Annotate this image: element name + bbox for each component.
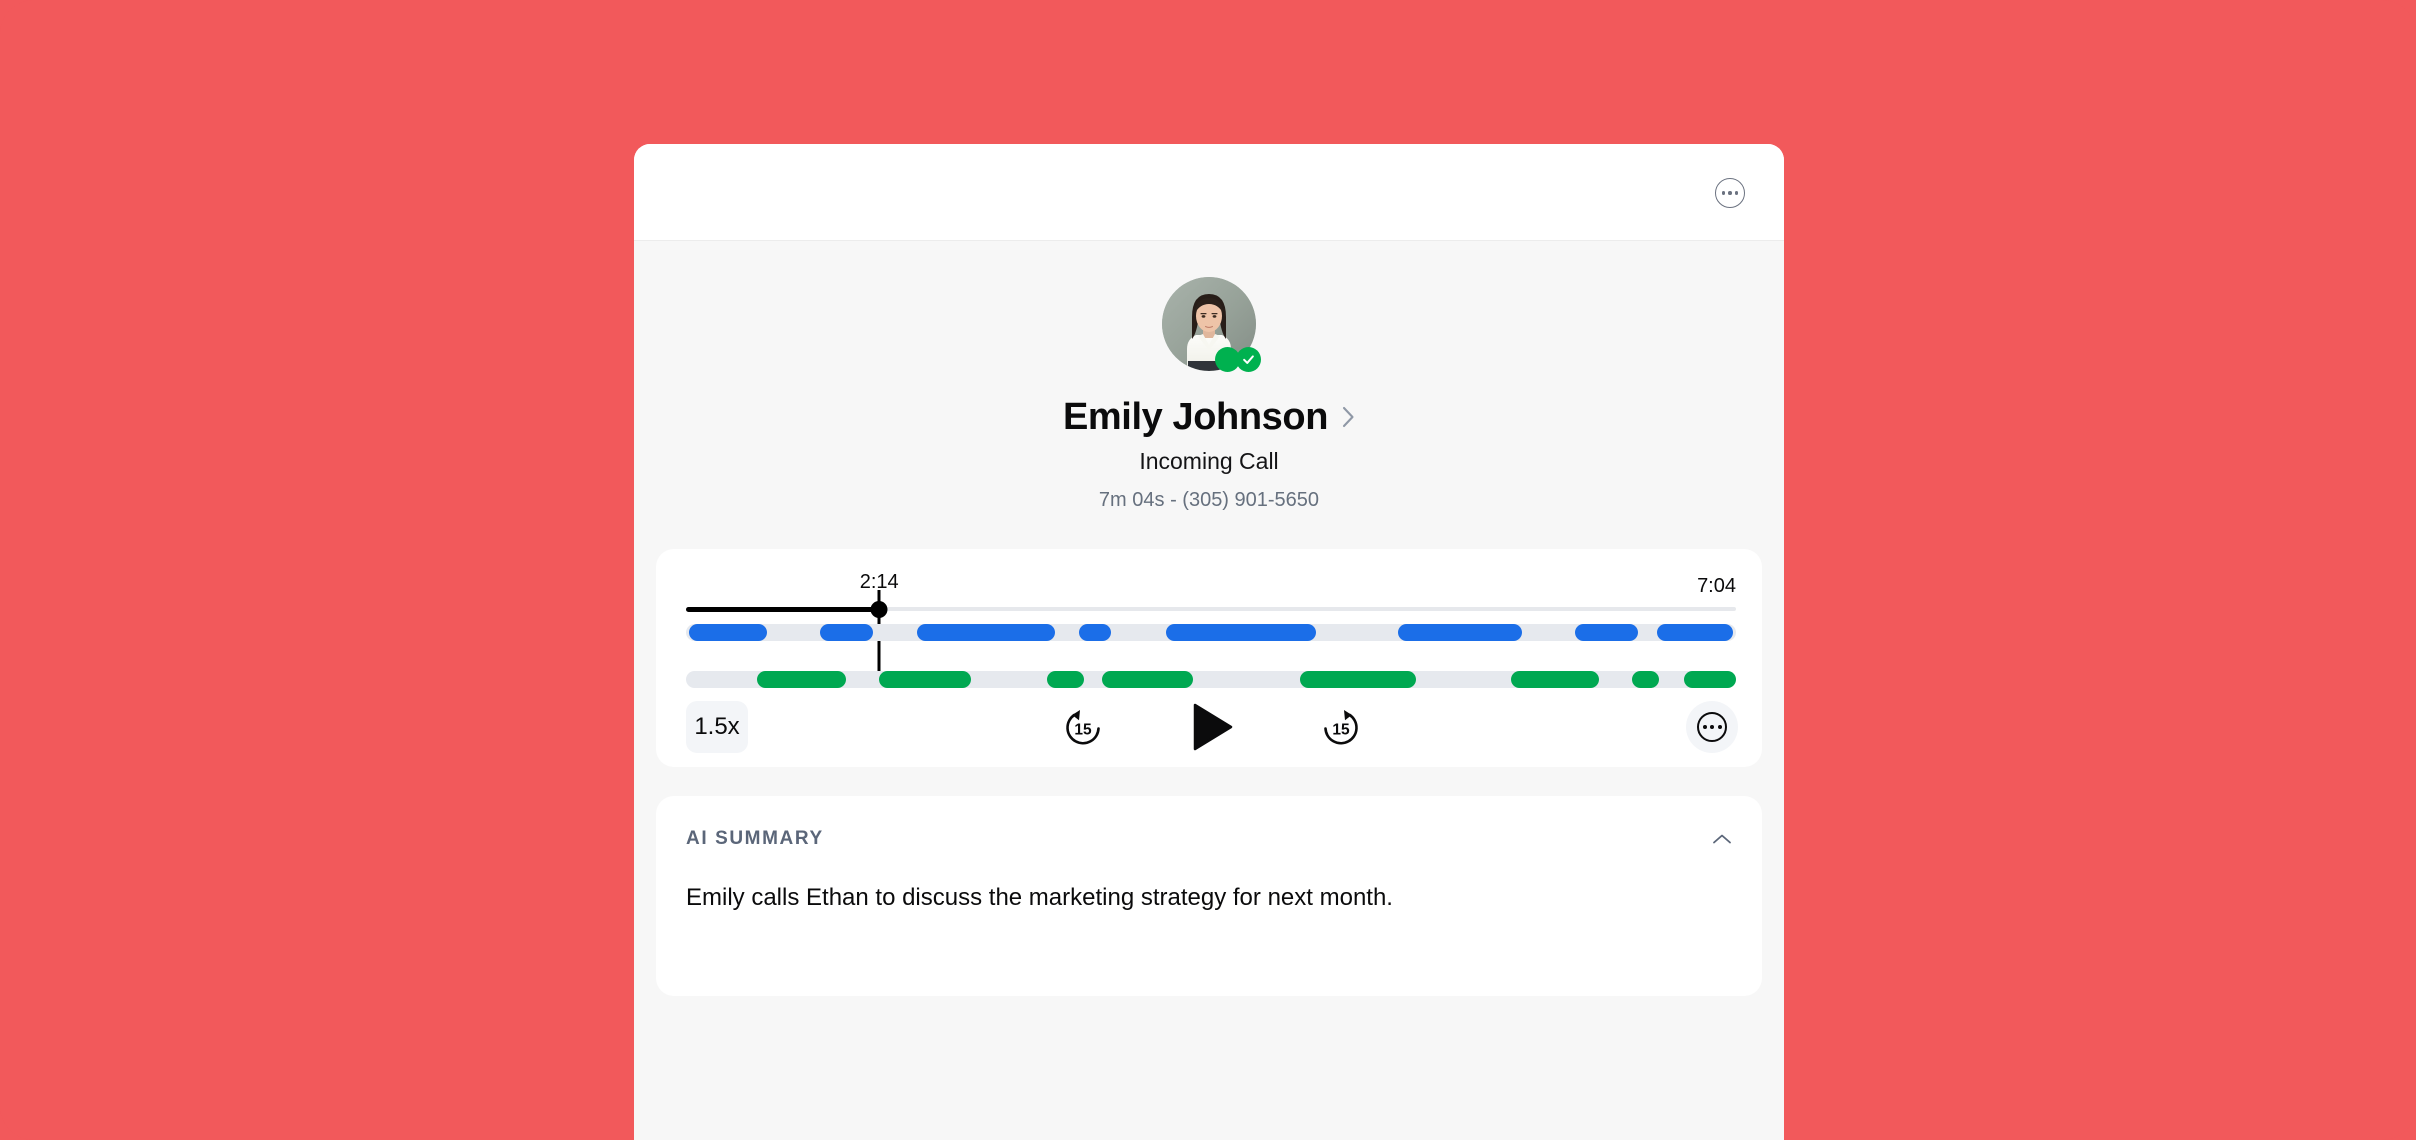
play-button[interactable] (1190, 702, 1234, 752)
total-time-label: 7:04 (1697, 575, 1736, 597)
ai-summary-card: AI SUMMARY Emily calls Ethan to discuss … (656, 796, 1762, 996)
waveform-segment (1300, 671, 1416, 688)
svg-text:15: 15 (1332, 722, 1350, 739)
waveform-segment (1397, 624, 1522, 641)
waveform-segment (1575, 624, 1639, 641)
ellipsis-circle-icon[interactable] (1715, 178, 1745, 208)
waveform-segment (757, 671, 846, 688)
seek-progress (686, 606, 880, 612)
contact-name-row[interactable]: Emily Johnson (634, 398, 1784, 436)
call-meta-label: 7m 04s - (305) 901-5650 (1098, 489, 1320, 511)
waveform-segment (1165, 624, 1316, 641)
waveform-row-speaker-2[interactable] (686, 671, 1736, 688)
waveform-segment (1101, 671, 1194, 688)
waveform-segment (1047, 671, 1084, 688)
time-labels: 2:14 7:04 (686, 571, 1736, 597)
waveform-segment (820, 624, 873, 641)
dot (1734, 191, 1739, 195)
call-type-label: Incoming Call (1139, 448, 1279, 474)
player-more-button[interactable] (1686, 701, 1738, 753)
forward-15-icon[interactable]: 15 (1318, 704, 1364, 750)
dot (1721, 191, 1726, 195)
ai-summary-header[interactable]: AI SUMMARY (686, 829, 1732, 848)
screen-canvas: Emily Johnson Incoming Call 7m 04s - (30… (0, 0, 2416, 1140)
audio-player-card: 2:14 7:04 1.5x 15 15 (656, 549, 1762, 767)
top-bar (634, 144, 1784, 241)
avatar-wrap (1162, 277, 1261, 372)
play-icon (1193, 703, 1233, 751)
dot (1710, 725, 1714, 729)
playback-speed-button[interactable]: 1.5x (686, 701, 748, 753)
waveform-segment (1078, 624, 1112, 641)
waveform-row-speaker-1[interactable] (686, 624, 1736, 641)
verified-badge (1215, 347, 1261, 372)
chevron-up-icon[interactable] (1712, 833, 1732, 845)
waveform-segment (1632, 671, 1660, 688)
seek-slider[interactable] (686, 600, 1736, 618)
verified-check-icon (1236, 347, 1261, 372)
dot (1717, 725, 1722, 729)
dot (1728, 191, 1732, 195)
ai-summary-label: AI SUMMARY (686, 828, 824, 849)
playback-controls: 1.5x 15 15 (686, 701, 1738, 753)
contact-block: Emily Johnson Incoming Call 7m 04s - (30… (634, 241, 1784, 510)
ai-summary-text: Emily calls Ethan to discuss the marketi… (686, 884, 1393, 911)
chevron-right-icon (1342, 406, 1354, 428)
ellipsis-circle-icon (1697, 712, 1727, 742)
waveform-segment (879, 671, 971, 688)
waveform-segment (917, 624, 1055, 641)
waveform-segment (1657, 624, 1733, 641)
timeline: 2:14 7:04 (686, 571, 1736, 618)
rewind-15-icon[interactable]: 15 (1060, 704, 1106, 750)
svg-text:15: 15 (1074, 722, 1092, 739)
waveform-segment (1511, 671, 1600, 688)
waveform-segment (689, 624, 767, 641)
waveform-segment (1683, 671, 1736, 688)
page-title: Emily Johnson (1062, 396, 1329, 438)
dot (1702, 725, 1707, 729)
call-detail-panel: Emily Johnson Incoming Call 7m 04s - (30… (634, 144, 1784, 1140)
